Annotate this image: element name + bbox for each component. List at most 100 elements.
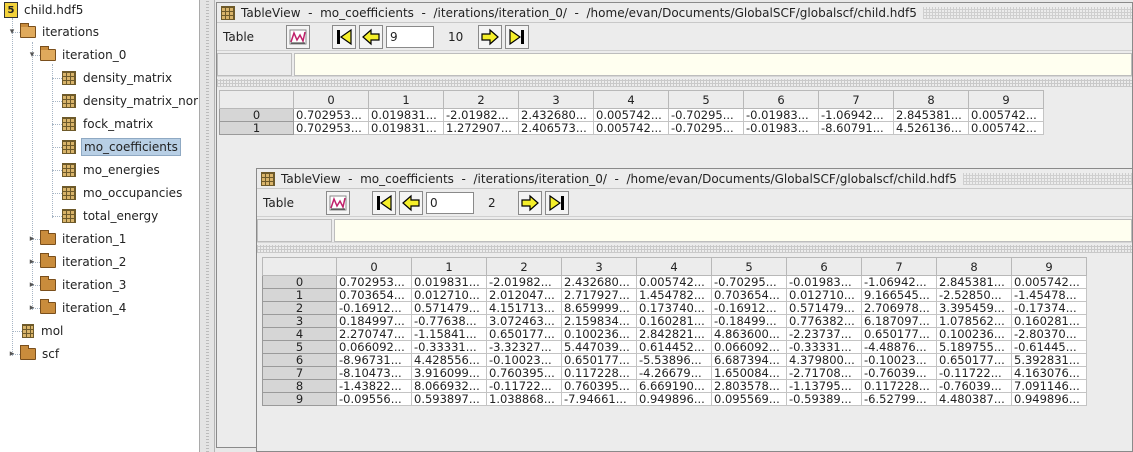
column-header[interactable]: 6 — [743, 90, 819, 109]
row-header[interactable]: 8 — [262, 379, 337, 393]
table-row[interactable]: 7 -8.10473... 3.916099... 0.760395... 0.1172… — [262, 366, 1087, 380]
column-header[interactable]: 4 — [636, 257, 712, 276]
table-cell[interactable]: -8.96731... — [336, 353, 412, 367]
column-header[interactable]: 1 — [411, 257, 487, 276]
table-cell[interactable]: 0.650177... — [861, 327, 937, 341]
tree-item-mo-coefficients[interactable]: mo_coefficients — [62, 137, 181, 157]
tableview-window-front[interactable]: TableView - mo_coefficients - /iteration… — [256, 168, 1133, 452]
table-cell[interactable]: 0.160281... — [636, 314, 712, 328]
column-header[interactable]: 8 — [936, 257, 1012, 276]
table-cell[interactable]: 4.428556... — [411, 353, 487, 367]
table-cell[interactable]: 0.005742... — [968, 121, 1044, 135]
column-header[interactable]: 0 — [293, 90, 369, 109]
expand-handle-icon[interactable]: ▸ — [26, 256, 38, 268]
row-header[interactable]: 7 — [262, 366, 337, 380]
table-cell[interactable]: 0.650177... — [561, 353, 637, 367]
tree-item-root-file[interactable]: 5 child.hdf5 — [4, 0, 85, 20]
table-cell[interactable]: 5.392831... — [1011, 353, 1087, 367]
table-row[interactable]: 1 0.702953... 0.019831... 1.272907... 2.4065… — [219, 121, 1044, 135]
table-cell[interactable]: 3.072463... — [486, 314, 562, 328]
table-menu[interactable]: Table — [261, 196, 296, 210]
page-number-input[interactable]: 0 — [426, 191, 475, 214]
column-header[interactable]: 3 — [518, 90, 594, 109]
table-cell[interactable]: 4.863600... — [711, 327, 787, 341]
table-cell[interactable]: 8.066932... — [411, 379, 487, 393]
table-cell[interactable]: -0.09556... — [336, 392, 412, 406]
table-cell[interactable]: -2.52850... — [936, 288, 1012, 302]
table-cell[interactable]: 3.395459... — [936, 301, 1012, 315]
table-cell[interactable]: 5.447039... — [561, 340, 637, 354]
table-cell[interactable]: 2.717927... — [561, 288, 637, 302]
column-header[interactable]: 4 — [593, 90, 669, 109]
table-cell[interactable]: 0.095569... — [711, 392, 787, 406]
table-cell[interactable]: 1.272907... — [443, 121, 519, 135]
table-cell[interactable]: 6.687394... — [711, 353, 787, 367]
table-cell[interactable]: 2.845381... — [936, 275, 1012, 289]
table-cell[interactable]: -7.94661... — [561, 392, 637, 406]
table-cell[interactable]: -0.11722... — [486, 379, 562, 393]
table-cell[interactable]: 5.189755... — [936, 340, 1012, 354]
table-cell[interactable]: -0.16912... — [336, 301, 412, 315]
table-cell[interactable]: 2.706978... — [861, 301, 937, 315]
table-cell[interactable]: 4.526136... — [893, 121, 969, 135]
table-cell[interactable]: -0.17374... — [1011, 301, 1087, 315]
expand-handle-icon[interactable]: ▸ — [26, 233, 38, 245]
table-cell[interactable]: 9.166545... — [861, 288, 937, 302]
table-cell[interactable]: 0.949896... — [636, 392, 712, 406]
expand-handle-icon[interactable]: ▸ — [26, 302, 38, 314]
table-cell[interactable]: -2.71708... — [786, 366, 862, 380]
table-cell[interactable]: -2.01982... — [443, 108, 519, 122]
table-cell[interactable]: 0.571479... — [786, 301, 862, 315]
line-plot-button[interactable] — [326, 190, 351, 215]
row-header[interactable]: 0 — [262, 275, 337, 289]
table-row[interactable]: 3 0.184997... -0.77638... 3.072463... 2.1598… — [262, 314, 1087, 328]
last-page-button[interactable] — [505, 24, 530, 49]
table-row[interactable]: 1 0.703654... 0.012710... 2.012047... 2.7179… — [262, 288, 1087, 302]
table-cell[interactable]: -2.80370... — [1011, 327, 1087, 341]
table-cell[interactable]: 1.650084... — [711, 366, 787, 380]
table-cell[interactable]: -1.13795... — [786, 379, 862, 393]
table-cell[interactable]: 0.005742... — [636, 275, 712, 289]
table-cell[interactable]: -0.33331... — [786, 340, 862, 354]
table-cell[interactable]: -0.01983... — [786, 275, 862, 289]
table-cell[interactable]: 2.159834... — [561, 314, 637, 328]
table-cell[interactable]: 0.019831... — [368, 121, 444, 135]
table-row[interactable]: 2 -0.16912... 0.571479... 4.151713... 8.6599… — [262, 301, 1087, 315]
table-cell[interactable]: 0.117228... — [561, 366, 637, 380]
table-row[interactable]: 6 -8.96731... 4.428556... -0.10023... 0.6501… — [262, 353, 1087, 367]
column-header[interactable]: 2 — [486, 257, 562, 276]
table-cell[interactable]: 0.005742... — [593, 108, 669, 122]
column-header[interactable]: 9 — [1011, 257, 1087, 276]
row-header[interactable]: 4 — [262, 327, 337, 341]
table-cell[interactable]: -0.18499... — [711, 314, 787, 328]
table-cell[interactable]: 4.151713... — [486, 301, 562, 315]
table-cell[interactable]: -1.45478... — [1011, 288, 1087, 302]
tree-item-mol[interactable]: mol — [22, 321, 65, 341]
table-cell[interactable]: 0.173740... — [636, 301, 712, 315]
table-cell[interactable]: -0.01983... — [743, 108, 819, 122]
table-cell[interactable]: 2.406573... — [518, 121, 594, 135]
table-row[interactable]: 9 -0.09556... 0.593897... 1.038868... -7.946… — [262, 392, 1087, 406]
table-cell[interactable]: 0.760395... — [561, 379, 637, 393]
table-cell[interactable]: -4.26679... — [636, 366, 712, 380]
table-cell[interactable]: -0.76039... — [861, 366, 937, 380]
table-cell[interactable]: -0.01983... — [743, 121, 819, 135]
window-titlebar[interactable]: TableView - mo_coefficients - /iteration… — [217, 3, 1132, 23]
table-cell[interactable]: 1.454782... — [636, 288, 712, 302]
table-cell[interactable]: -4.48876... — [861, 340, 937, 354]
collapse-handle-icon[interactable]: ▾ — [26, 49, 38, 61]
tree-item-density-matrix[interactable]: density_matrix — [62, 68, 174, 88]
cell-value-field[interactable] — [294, 53, 1132, 76]
tree-item-iterations[interactable]: ▾ iterations — [6, 22, 101, 42]
line-plot-button[interactable] — [286, 24, 311, 49]
split-divider[interactable] — [257, 245, 1132, 253]
column-header[interactable]: 5 — [668, 90, 744, 109]
first-page-button[interactable] — [372, 190, 397, 215]
table-cell[interactable]: 0.066092... — [336, 340, 412, 354]
table-cell[interactable]: 8.659999... — [561, 301, 637, 315]
table-cell[interactable]: 0.066092... — [711, 340, 787, 354]
collapse-handle-icon[interactable]: ▾ — [6, 26, 18, 38]
table-cell[interactable]: 0.702953... — [293, 108, 369, 122]
table-cell[interactable]: -0.16912... — [711, 301, 787, 315]
tree-item-iteration-1[interactable]: ▸ iteration_1 — [26, 229, 128, 249]
